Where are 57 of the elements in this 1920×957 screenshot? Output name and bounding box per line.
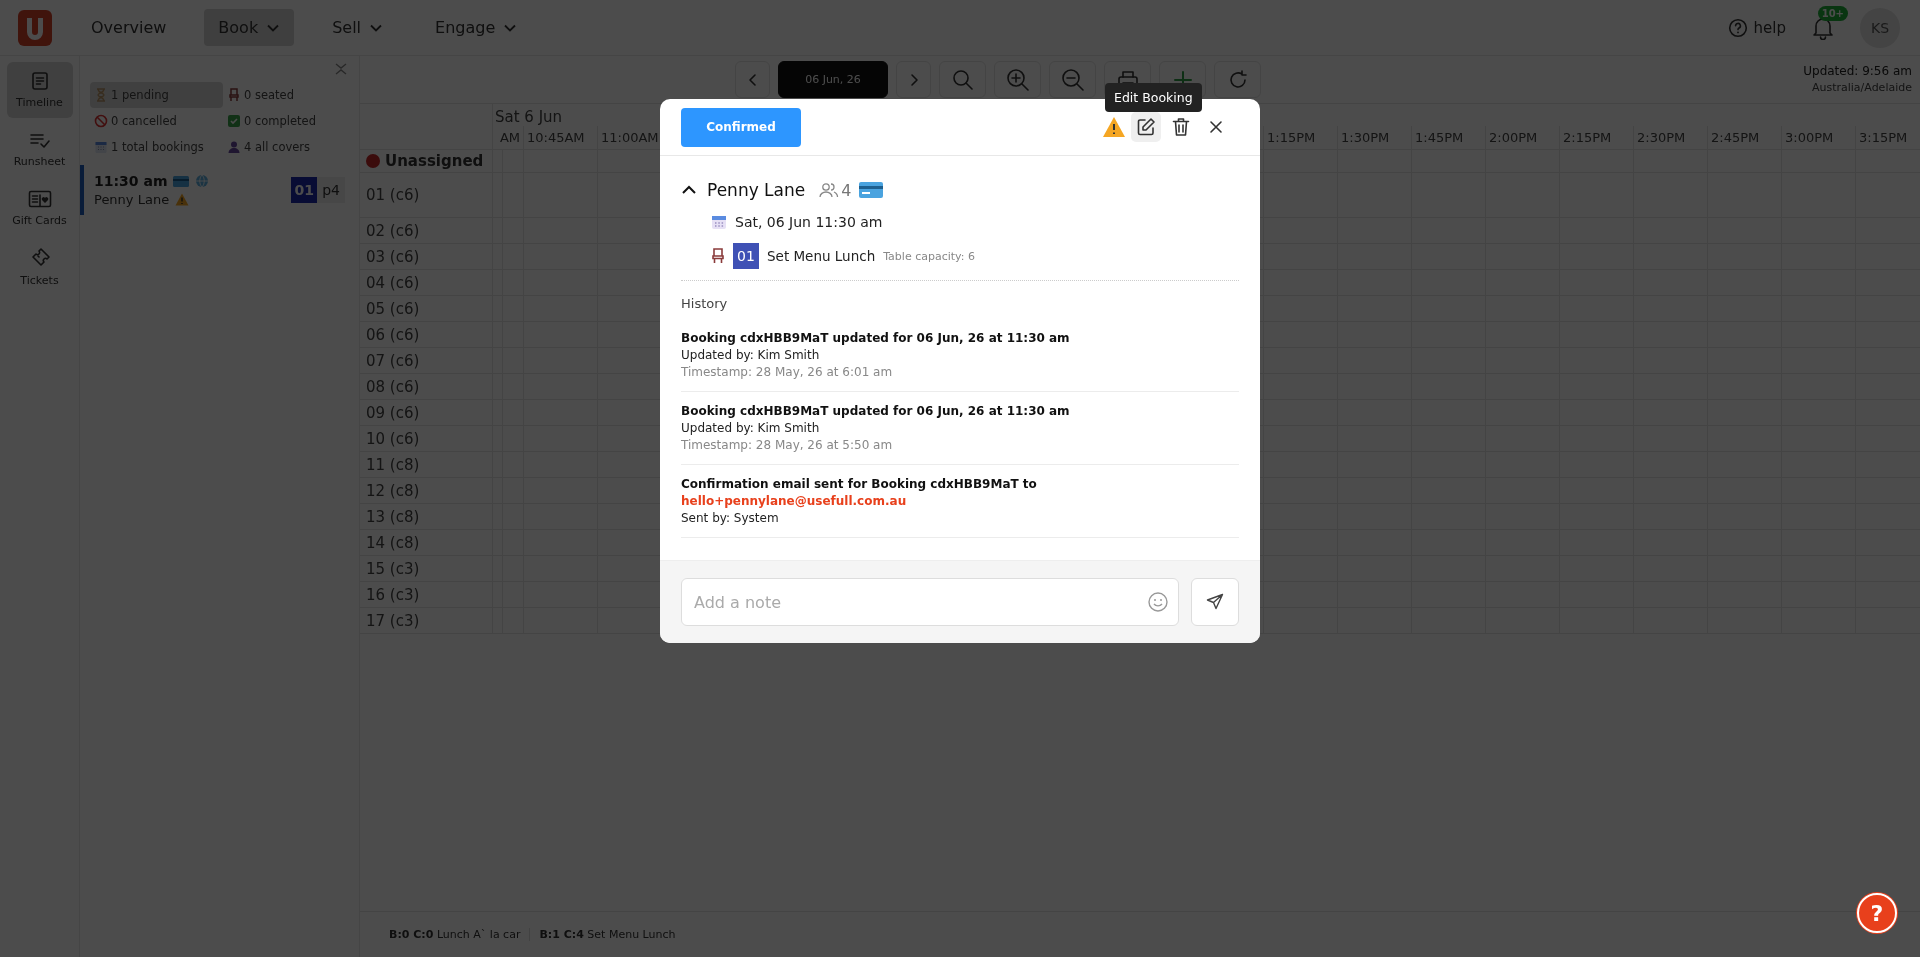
table-name: 07 (c6) xyxy=(366,351,420,370)
table-name: 04 (c6) xyxy=(366,273,420,292)
time-slot-label: AM xyxy=(498,129,521,147)
table-name: 14 (c8) xyxy=(366,533,420,552)
history-heading: History xyxy=(681,296,729,311)
last-updated: Updated: 9:56 am xyxy=(1803,64,1912,78)
history-title: Confirmation email sent for Booking cdxHBB9MaT to xyxy=(681,477,1038,491)
table-name: 02 (c6) xyxy=(366,221,420,240)
trash-icon xyxy=(1172,117,1190,137)
credit-card-icon xyxy=(859,182,884,198)
history-title: Booking cdxHBB9MaT updated for 06 Jun, 26 at 11:30 am xyxy=(681,331,1071,345)
table-name: 05 (c6) xyxy=(366,299,420,318)
table-name: 01 (c6) xyxy=(366,186,420,204)
email-link[interactable]: hello+pennylane@usefull.com.au xyxy=(681,494,1239,508)
timezone: Australia/Adelaide xyxy=(1811,81,1912,94)
close-icon xyxy=(1209,120,1223,134)
note-field[interactable]: Add a note xyxy=(681,578,1179,626)
history-title: Booking cdxHBB9MaT updated for 06 Jun, 26 at 11:30 am xyxy=(681,404,1071,418)
table-name: 08 (c6) xyxy=(366,377,420,396)
nav-menu-item[interactable]: Overview xyxy=(77,9,181,46)
guest-name: Penny Lane xyxy=(94,192,170,207)
table-name: 16 (c3) xyxy=(366,585,420,604)
send-button[interactable] xyxy=(1191,578,1239,626)
edit-icon xyxy=(1136,117,1156,137)
send-icon xyxy=(1206,593,1224,611)
table-name: 11 (c8) xyxy=(366,455,420,474)
booking-date: Sat, 06 Jun 11:30 am xyxy=(735,214,883,230)
unassigned-label: Unassigned xyxy=(385,152,484,170)
edit-booking-button[interactable] xyxy=(1131,112,1161,142)
history-author: Updated by: Kim Smith xyxy=(681,421,821,435)
booking-time: 11:30 am xyxy=(94,173,168,189)
table-name: 17 (c3) xyxy=(366,611,420,630)
stat-label: 1 total bookings xyxy=(111,140,204,154)
smiley-icon[interactable] xyxy=(1147,591,1169,613)
history-timestamp: Timestamp: 28 May, 26 at 5:50 am xyxy=(681,438,894,452)
table-name: 15 (c3) xyxy=(366,559,420,578)
guest-count: 4 xyxy=(841,180,852,200)
menu-name: Set Menu Lunch xyxy=(767,248,876,264)
table-name: 10 (c6) xyxy=(366,429,420,448)
warning-icon xyxy=(1102,116,1126,138)
tooltip: Edit Booking xyxy=(1105,83,1202,112)
table-name: 03 (c6) xyxy=(366,247,420,266)
status-button[interactable]: Confirmed xyxy=(681,107,801,147)
table-capacity: Table capacity: 6 xyxy=(883,249,975,263)
table-name: 12 (c8) xyxy=(366,481,420,500)
table-name: 06 (c6) xyxy=(366,325,420,344)
chair-icon xyxy=(711,248,725,264)
history-author: Sent by: System xyxy=(681,511,780,525)
calendar-icon xyxy=(711,214,727,230)
stat-label: 4 all covers xyxy=(244,140,311,154)
people-icon xyxy=(819,182,840,198)
guest-name: Penny Lane xyxy=(707,180,806,200)
table-badge: 01 xyxy=(733,243,759,269)
history-timestamp: Timestamp: 28 May, 26 at 6:01 am xyxy=(681,365,894,379)
history-author: Updated by: Kim Smith xyxy=(681,348,821,362)
table-name: 09 (c6) xyxy=(366,403,420,422)
table-name: 13 (c8) xyxy=(366,507,420,526)
